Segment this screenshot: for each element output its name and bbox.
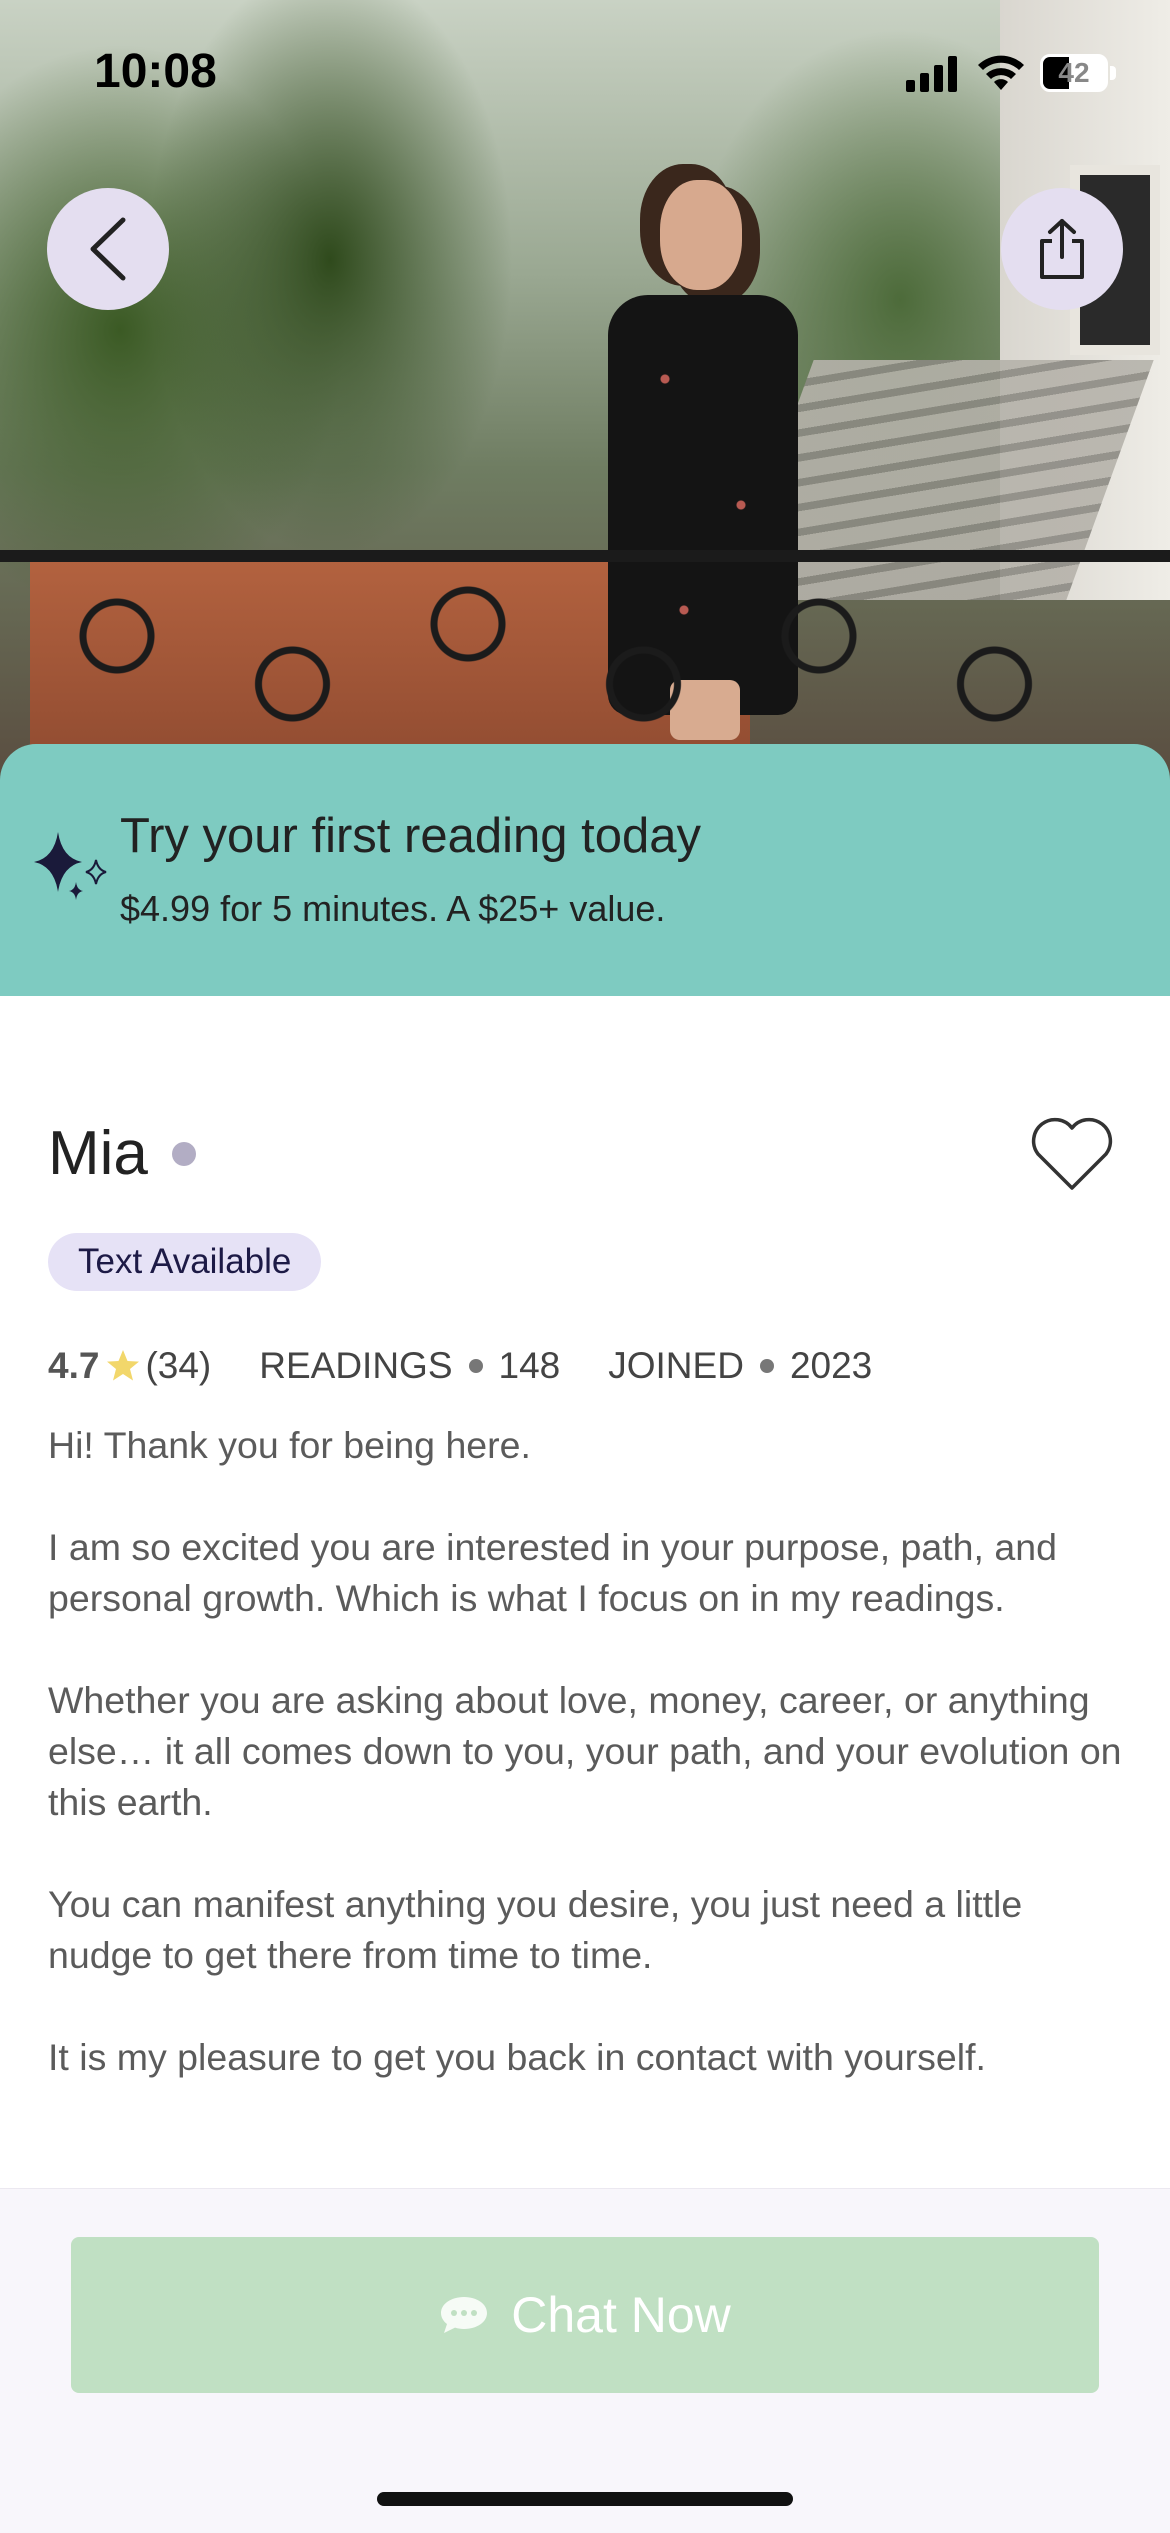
chat-now-label: Chat Now bbox=[511, 2287, 731, 2343]
bio-paragraph: It is my pleasure to get you back in con… bbox=[48, 2036, 986, 2078]
chat-bubble-icon bbox=[441, 2297, 488, 2333]
availability-status-dot bbox=[172, 1142, 196, 1166]
battery-percentage: 42 bbox=[1058, 57, 1090, 88]
joined-label: JOINED bbox=[608, 1345, 744, 1386]
advisor-stats: 4.7 (34) READINGS 148 JOINED 2023 bbox=[48, 1338, 872, 1394]
advisor-name: Mia bbox=[48, 1119, 148, 1188]
star-icon bbox=[107, 1350, 140, 1381]
status-time: 10:08 bbox=[94, 45, 217, 98]
back-button[interactable] bbox=[47, 188, 169, 310]
chevron-left-icon bbox=[90, 217, 126, 281]
review-count: (34) bbox=[145, 1345, 212, 1386]
share-button[interactable] bbox=[1001, 188, 1123, 310]
text-available-badge: Text Available bbox=[48, 1233, 322, 1291]
promo-title: Try your first reading today bbox=[120, 809, 701, 863]
sparkles-icon bbox=[34, 832, 107, 900]
separator-dot bbox=[468, 1359, 483, 1373]
battery-icon: 42 bbox=[1040, 54, 1108, 92]
share-icon bbox=[1040, 219, 1084, 279]
rating-value: 4.7 bbox=[48, 1345, 100, 1386]
favorite-heart-icon[interactable] bbox=[1030, 1116, 1114, 1192]
first-reading-promo[interactable] bbox=[0, 744, 1170, 996]
bio-paragraph: You can manifest anything you desire, yo… bbox=[48, 1883, 1023, 1976]
promo-subtitle: $4.99 for 5 minutes. A $25+ value. bbox=[120, 888, 666, 929]
readings-count: 148 bbox=[498, 1345, 561, 1386]
bio-paragraph: Hi! Thank you for being here. bbox=[48, 1424, 531, 1466]
chat-now-button[interactable]: Chat Now bbox=[71, 2237, 1099, 2393]
home-indicator bbox=[377, 2492, 793, 2506]
status-bar: 10:08 42 bbox=[0, 0, 1170, 140]
advisor-bio: Hi! Thank you for being here. I am so ex… bbox=[48, 1420, 1128, 2134]
cellular-signal-icon bbox=[906, 56, 957, 92]
bio-paragraph: I am so excited you are interested in yo… bbox=[48, 1526, 1057, 1619]
wifi-icon bbox=[978, 55, 1024, 90]
readings-label: READINGS bbox=[259, 1345, 453, 1386]
joined-year: 2023 bbox=[789, 1345, 873, 1386]
bio-paragraph: Whether you are asking about love, money… bbox=[48, 1679, 1122, 1823]
separator-dot bbox=[759, 1359, 774, 1373]
